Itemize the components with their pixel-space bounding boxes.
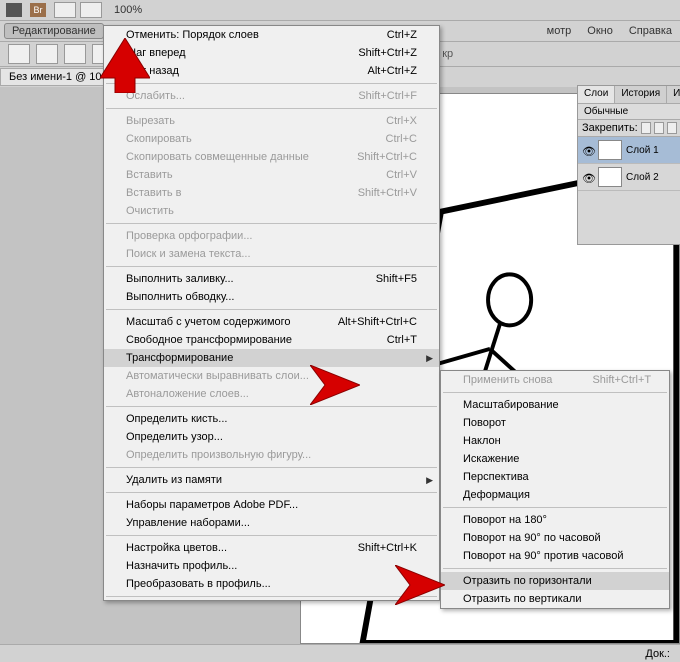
layer-row-1[interactable]: 👁 Слой 1	[578, 137, 680, 164]
menu-content-aware-scale[interactable]: Масштаб с учетом содержимогоAlt+Shift+Ct…	[104, 313, 439, 331]
ps-logo-icon	[6, 3, 22, 17]
tool-preset-icon[interactable]	[8, 44, 30, 64]
lock-position-icon[interactable]	[667, 122, 677, 134]
menu-define-pattern[interactable]: Определить узор...	[104, 428, 439, 446]
menu-step-backward[interactable]: Шаг назадAlt+Ctrl+Z	[104, 62, 439, 80]
menu-edit[interactable]: Редактирование	[4, 23, 104, 39]
menu-fade: Ослабить...Shift+Ctrl+F	[104, 87, 439, 105]
menu-assign-profile[interactable]: Назначить профиль...	[104, 557, 439, 575]
opt-icon-2[interactable]	[64, 44, 86, 64]
menu-copy: СкопироватьCtrl+C	[104, 130, 439, 148]
lock-transparency-icon[interactable]	[641, 122, 651, 134]
lock-label: Закрепить:	[582, 122, 638, 134]
annotation-arrow-icon	[395, 565, 445, 608]
opt-icon-1[interactable]	[36, 44, 58, 64]
submenu-flip-horizontal[interactable]: Отразить по горизонтали	[441, 572, 669, 590]
submenu-rotate[interactable]: Поворот	[441, 414, 669, 432]
menu-step-forward[interactable]: Шаг впередShift+Ctrl+Z	[104, 44, 439, 62]
menu-view-fragment[interactable]: мотр	[539, 23, 580, 39]
menu-pdf-presets[interactable]: Наборы параметров Adobe PDF...	[104, 496, 439, 514]
lock-row: Закрепить:	[578, 120, 680, 137]
submenu-arrow-icon: ▶	[426, 475, 433, 486]
menu-help[interactable]: Справка	[621, 23, 680, 39]
visibility-icon[interactable]: 👁	[582, 145, 594, 155]
status-bar: Док.:	[0, 644, 680, 662]
menu-define-brush[interactable]: Определить кисть...	[104, 410, 439, 428]
submenu-rotate-90cw[interactable]: Поворот на 90° по часовой	[441, 529, 669, 547]
submenu-rotate-90ccw[interactable]: Поворот на 90° против часовой	[441, 547, 669, 565]
menu-purge[interactable]: Удалить из памяти▶	[104, 471, 439, 489]
menu-clear: Очистить	[104, 202, 439, 220]
view-extras-icon[interactable]	[54, 2, 76, 18]
panel-tab-i[interactable]: И	[667, 86, 680, 103]
menu-paste-into: Вставить вShift+Ctrl+V	[104, 184, 439, 202]
menu-auto-align: Автоматически выравнивать слои...	[104, 367, 439, 385]
menu-convert-profile[interactable]: Преобразовать в профиль...	[104, 575, 439, 593]
menu-paste: ВставитьCtrl+V	[104, 166, 439, 184]
submenu-skew[interactable]: Наклон	[441, 432, 669, 450]
lock-pixels-icon[interactable]	[654, 122, 664, 134]
submenu-scale[interactable]: Масштабирование	[441, 396, 669, 414]
screen-mode-icon[interactable]	[80, 2, 102, 18]
visibility-icon[interactable]: 👁	[582, 172, 594, 182]
menu-copy-merged: Скопировать совмещенные данныеShift+Ctrl…	[104, 148, 439, 166]
submenu-distort[interactable]: Искажение	[441, 450, 669, 468]
edit-menu-dropdown: Отменить: Порядок слоевCtrl+Z Шаг вперед…	[103, 25, 440, 601]
layer-thumbnail	[598, 140, 622, 160]
submenu-flip-vertical[interactable]: Отразить по вертикали	[441, 590, 669, 608]
menu-presets-manager[interactable]: Управление наборами...	[104, 514, 439, 532]
layers-panel: Слои История И Обычные Закрепить: 👁 Слой…	[577, 85, 680, 245]
annotation-arrow-icon	[310, 365, 360, 408]
document-tab[interactable]: Без имени-1 @ 10	[0, 68, 111, 86]
submenu-again: Применить сноваShift+Ctrl+T	[441, 371, 669, 389]
menu-find-replace: Поиск и замена текста...	[104, 245, 439, 263]
menu-transform[interactable]: Трансформирование▶	[104, 349, 439, 367]
menu-free-transform[interactable]: Свободное трансформированиеCtrl+T	[104, 331, 439, 349]
menu-define-shape: Определить произвольную фигуру...	[104, 446, 439, 464]
app-topbar: Br 100%	[0, 0, 680, 21]
menu-fill[interactable]: Выполнить заливку...Shift+F5	[104, 270, 439, 288]
menu-auto-blend: Автоналожение слоев...	[104, 385, 439, 403]
annotation-arrow-icon	[100, 38, 150, 96]
menu-spellcheck: Проверка орфографии...	[104, 227, 439, 245]
menu-undo[interactable]: Отменить: Порядок слоевCtrl+Z	[104, 26, 439, 44]
panel-tab-layers[interactable]: Слои	[578, 86, 615, 103]
layer-thumbnail	[598, 167, 622, 187]
menu-cut: ВырезатьCtrl+X	[104, 112, 439, 130]
submenu-perspective[interactable]: Перспектива	[441, 468, 669, 486]
menu-stroke[interactable]: Выполнить обводку...	[104, 288, 439, 306]
layer-name[interactable]: Слой 1	[626, 145, 659, 156]
submenu-warp[interactable]: Деформация	[441, 486, 669, 504]
menu-color-settings[interactable]: Настройка цветов...Shift+Ctrl+K	[104, 539, 439, 557]
submenu-arrow-icon: ▶	[426, 353, 433, 364]
panel-tab-history[interactable]: История	[615, 86, 667, 103]
transform-submenu: Применить сноваShift+Ctrl+T Масштабирова…	[440, 370, 670, 609]
submenu-rotate-180[interactable]: Поворот на 180°	[441, 511, 669, 529]
bridge-icon[interactable]: Br	[30, 3, 46, 17]
layer-row-2[interactable]: 👁 Слой 2	[578, 164, 680, 191]
zoom-level[interactable]: 100%	[114, 4, 142, 16]
layer-name[interactable]: Слой 2	[626, 172, 659, 183]
blend-mode-select[interactable]: Обычные	[578, 104, 680, 120]
status-doc-label: Док.:	[645, 648, 670, 660]
menu-window[interactable]: Окно	[579, 23, 621, 39]
